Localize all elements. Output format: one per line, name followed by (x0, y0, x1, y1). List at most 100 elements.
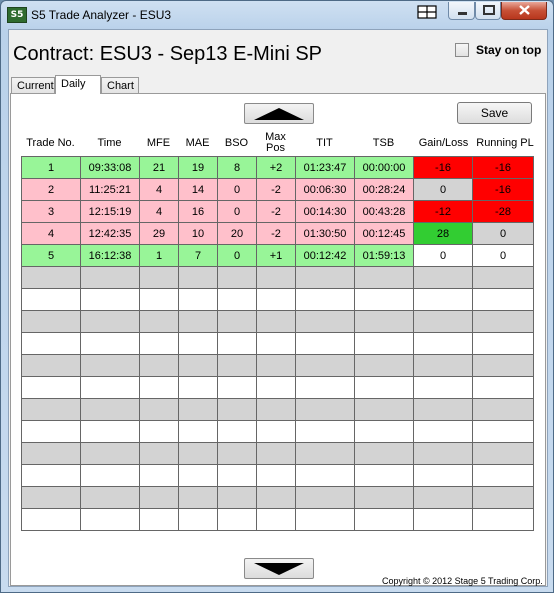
minimize-button[interactable] (448, 2, 475, 20)
empty-cell (80, 310, 140, 333)
empty-cell (413, 288, 473, 311)
tab-current[interactable]: Current (11, 77, 55, 93)
cell-tit: 00:12:42 (295, 244, 355, 267)
save-button[interactable]: Save (457, 102, 532, 124)
table-row[interactable]: 3 12:15:19 4 16 0 -2 00:14:30 00:43:28 -12 -28 (21, 200, 534, 223)
arrow-up-icon (254, 108, 304, 120)
empty-cell (217, 266, 257, 289)
empty-cell (256, 288, 296, 311)
empty-row[interactable] (21, 376, 534, 399)
cell-max-pos: -2 (256, 222, 296, 245)
cell-tit: 00:06:30 (295, 178, 355, 201)
cell-running-pl: -28 (472, 200, 534, 223)
stay-on-top-toggle[interactable]: Stay on top (455, 43, 541, 57)
cell-max-pos: -2 (256, 200, 296, 223)
empty-row[interactable] (21, 420, 534, 443)
empty-cell (80, 442, 140, 465)
tab-chart[interactable]: Chart (101, 77, 139, 93)
empty-cell (21, 354, 81, 377)
cell-running-pl: 0 (472, 222, 534, 245)
empty-cell (178, 288, 218, 311)
empty-cell (21, 442, 81, 465)
maximize-button[interactable] (475, 2, 501, 20)
col-header-max-pos: Max Pos (265, 131, 286, 154)
empty-cell (21, 310, 81, 333)
scroll-up-button[interactable] (244, 103, 314, 124)
empty-cell (139, 310, 179, 333)
app-window: S5 S5 Trade Analyzer - ESU3 Contract: ES… (0, 0, 554, 593)
empty-cell (472, 464, 534, 487)
empty-row[interactable] (21, 266, 534, 289)
empty-cell (217, 288, 257, 311)
col-header-tit: TIT (316, 136, 333, 149)
empty-cell (256, 464, 296, 487)
cell-trade-no: 5 (21, 244, 81, 267)
table-row[interactable]: 5 16:12:38 1 7 0 +1 00:12:42 01:59:13 0 0 (21, 244, 534, 267)
empty-row[interactable] (21, 508, 534, 531)
empty-cell (256, 354, 296, 377)
empty-cell (413, 332, 473, 355)
empty-cell (178, 266, 218, 289)
arrow-down-icon (254, 563, 304, 575)
cell-time: 12:42:35 (80, 222, 140, 245)
empty-cell (413, 464, 473, 487)
empty-cell (178, 420, 218, 443)
cell-bso: 0 (217, 200, 257, 223)
empty-cell (178, 310, 218, 333)
layout-grid-icon[interactable] (416, 2, 438, 20)
empty-cell (139, 420, 179, 443)
empty-cell (178, 442, 218, 465)
daily-panel: Save Trade No. Time MFE MAE BSO Max Pos T… (10, 93, 546, 586)
cell-trade-no: 2 (21, 178, 81, 201)
empty-cell (80, 508, 140, 531)
stay-on-top-checkbox[interactable] (455, 43, 469, 57)
empty-cell (413, 508, 473, 531)
empty-row[interactable] (21, 464, 534, 487)
empty-row[interactable] (21, 332, 534, 355)
table-row[interactable]: 1 09:33:08 21 19 8 +2 01:23:47 00:00:00 -16 -16 (21, 156, 534, 179)
empty-cell (295, 310, 355, 333)
contract-title: Contract: ESU3 - Sep13 E-Mini SP (13, 43, 323, 65)
empty-cell (256, 376, 296, 399)
empty-cell (80, 266, 140, 289)
stay-on-top-label: Stay on top (476, 43, 542, 57)
cell-gain-loss: 0 (413, 244, 473, 267)
cell-mfe: 4 (139, 200, 179, 223)
empty-row[interactable] (21, 310, 534, 333)
empty-cell (217, 464, 257, 487)
cell-mfe: 1 (139, 244, 179, 267)
table-row[interactable]: 2 11:25:21 4 14 0 -2 00:06:30 00:28:24 0 -16 (21, 178, 534, 201)
close-button[interactable] (501, 2, 547, 20)
empty-cell (295, 420, 355, 443)
empty-row[interactable] (21, 398, 534, 421)
empty-cell (472, 442, 534, 465)
empty-cell (139, 266, 179, 289)
empty-cell (178, 376, 218, 399)
empty-row[interactable] (21, 288, 534, 311)
cell-tit: 01:30:50 (295, 222, 355, 245)
cell-tit: 01:23:47 (295, 156, 355, 179)
empty-row[interactable] (21, 442, 534, 465)
empty-cell (295, 442, 355, 465)
scroll-down-button[interactable] (244, 558, 314, 579)
cell-tit: 00:14:30 (295, 200, 355, 223)
tab-daily[interactable]: Daily (55, 75, 101, 94)
table-row[interactable]: 4 12:42:35 29 10 20 -2 01:30:50 00:12:45 28 0 (21, 222, 534, 245)
title-bar[interactable]: S5 S5 Trade Analyzer - ESU3 (1, 1, 553, 29)
empty-cell (472, 266, 534, 289)
empty-cell (80, 398, 140, 421)
cell-time: 11:25:21 (80, 178, 140, 201)
empty-row[interactable] (21, 354, 534, 377)
empty-cell (256, 266, 296, 289)
empty-cell (413, 266, 473, 289)
empty-cell (139, 464, 179, 487)
empty-row[interactable] (21, 486, 534, 509)
empty-cell (472, 420, 534, 443)
client-area: Contract: ESU3 - Sep13 E-Mini SP Stay on… (8, 29, 548, 587)
empty-cell (217, 420, 257, 443)
empty-cell (178, 508, 218, 531)
cell-tsb: 00:28:24 (354, 178, 414, 201)
empty-cell (80, 332, 140, 355)
cell-mae: 7 (178, 244, 218, 267)
empty-cell (295, 376, 355, 399)
